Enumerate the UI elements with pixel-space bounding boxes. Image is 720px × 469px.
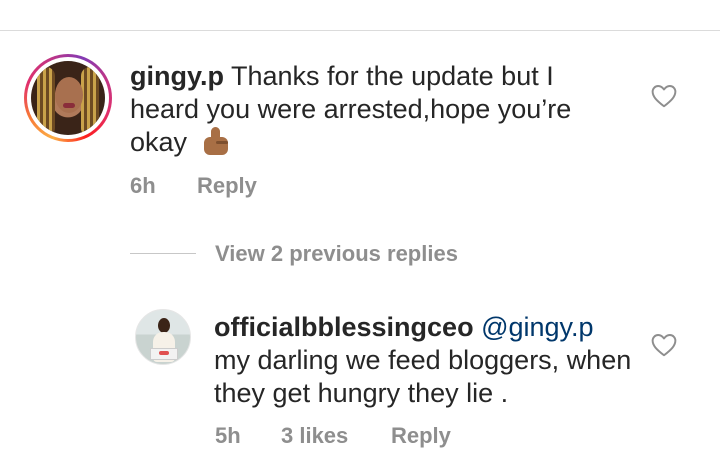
commenter-avatar-story-ring[interactable]: [24, 54, 112, 142]
comment-username[interactable]: gingy.p: [130, 61, 224, 91]
reply-reply-button[interactable]: Reply: [391, 423, 451, 449]
replies-divider-line: [130, 253, 196, 254]
commenter-avatar: [31, 61, 105, 135]
view-previous-replies-button[interactable]: View 2 previous replies: [215, 241, 458, 267]
comment-body: gingy.p Thanks for the update but I hear…: [130, 60, 610, 159]
thumbs-up-emoji-icon: [201, 127, 231, 155]
avatar-border: [27, 57, 109, 139]
reply-timestamp: 5h: [215, 423, 241, 448]
heart-outline-icon[interactable]: [651, 84, 677, 108]
comments-thread: gingy.p Thanks for the update but I hear…: [0, 0, 720, 469]
heart-outline-icon[interactable]: [651, 333, 677, 357]
avatar-laptop-logo: [159, 351, 169, 355]
comment-timestamp: 6h: [130, 173, 156, 198]
replier-avatar[interactable]: [135, 309, 191, 365]
avatar-head: [158, 318, 170, 333]
avatar-lips: [63, 103, 75, 108]
comment-reply-button[interactable]: Reply: [197, 173, 257, 199]
reply-username[interactable]: officialbblessingceo: [214, 312, 474, 342]
reply-text: my darling we feed bloggers, when they g…: [214, 345, 632, 408]
reply-body: officialbblessingceo @gingy.p my darling…: [214, 311, 634, 410]
top-divider: [0, 30, 720, 31]
reply-mention-link[interactable]: @gingy.p: [481, 312, 593, 342]
avatar-hair-left: [37, 67, 55, 135]
avatar-hair-right: [81, 67, 99, 135]
reply-likes-count[interactable]: 3 likes: [281, 423, 348, 449]
